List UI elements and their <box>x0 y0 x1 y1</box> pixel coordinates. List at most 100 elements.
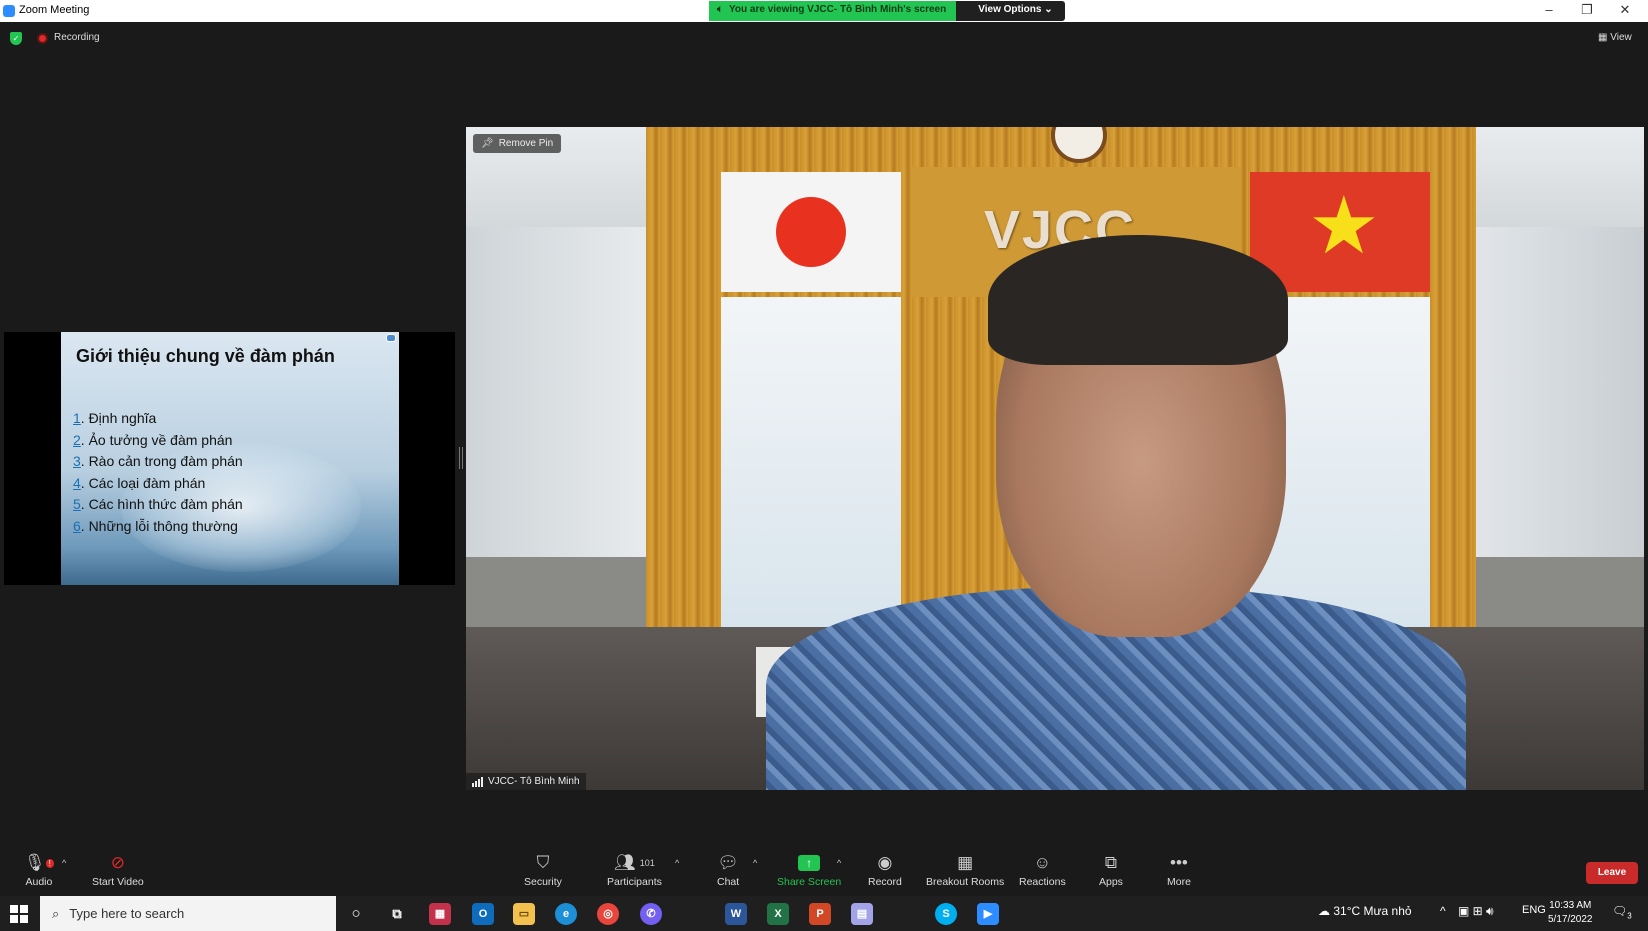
recording-label[interactable]: Recording <box>54 32 100 43</box>
excel-icon[interactable]: X <box>767 903 789 925</box>
slide-item-text: . Ảo tưởng về đàm phán <box>80 431 233 448</box>
panel-resize-handle[interactable] <box>459 447 463 469</box>
chat-button[interactable]: 💬︎ Chat <box>717 852 739 888</box>
slide-item-number: 2 <box>73 431 81 448</box>
shield-icon: ⛉ <box>536 853 550 872</box>
slide-list-item: 3. Rào cản trong đàm phán <box>73 453 243 475</box>
share-screen-button[interactable]: ↑ Share Screen <box>777 852 841 888</box>
share-screen-icon: ↑ <box>798 855 821 871</box>
participants-button[interactable]: 👥︎ 101 Participants <box>607 852 662 888</box>
audio-options-caret[interactable]: ^ <box>62 858 66 868</box>
participants-count: 101 <box>639 858 655 868</box>
apps-label: Apps <box>1099 876 1123 888</box>
slide-list: 1. Định nghĩa 2. Ảo tưởng về đàm phán 3.… <box>73 410 243 539</box>
slide-title: Giới thiệu chung về đàm phán <box>76 346 335 366</box>
pin-icon: 📌︎ <box>481 138 494 149</box>
task-view-icon[interactable]: ⧉ <box>386 903 408 925</box>
clock-time: 10:33 AM <box>1549 900 1592 911</box>
cortana-icon[interactable]: ○ <box>345 903 367 925</box>
start-video-label: Start Video <box>92 876 144 888</box>
slide-list-item: 6. Những lỗi thông thường <box>73 518 243 540</box>
word-icon[interactable]: W <box>725 903 747 925</box>
chrome-icon[interactable]: ◎ <box>597 903 619 925</box>
record-button[interactable]: ◉ Record <box>868 852 902 888</box>
outlook-icon[interactable]: O <box>472 903 494 925</box>
japan-map <box>721 297 901 657</box>
encryption-shield-icon[interactable]: ✓ <box>10 32 22 45</box>
participants-label: Participants <box>607 876 662 888</box>
file-explorer-icon[interactable]: ▭ <box>513 903 535 925</box>
slide-list-item: 1. Định nghĩa <box>73 410 243 432</box>
apps-button[interactable]: ⧉ Apps <box>1099 852 1123 888</box>
powerpoint-icon[interactable]: P <box>809 903 831 925</box>
audio-label: Audio <box>25 876 53 888</box>
audio-button[interactable]: 🎙︎! Audio <box>24 852 54 888</box>
clock-date: 5/17/2022 <box>1548 914 1593 925</box>
slide-list-item: 4. Các loại đàm phán <box>73 475 243 497</box>
window-title: Zoom Meeting <box>19 4 90 16</box>
breakout-rooms-button[interactable]: ▦ Breakout Rooms <box>926 852 1004 888</box>
slide-item-text: . Những lỗi thông thường <box>80 517 238 534</box>
slide-item-number: 3 <box>73 453 81 469</box>
view-options-button[interactable]: View Options ⌄ <box>956 1 1065 21</box>
share-screen-icon-wrap: ↑ <box>798 852 821 874</box>
zoom-taskbar-icon[interactable]: ▶ <box>977 903 999 925</box>
tray-network-volume-icons[interactable]: ▣ ⊞ 🔊︎ <box>1458 904 1494 919</box>
minimize-button[interactable]: – <box>1530 2 1568 17</box>
recording-icon[interactable] <box>37 33 48 44</box>
windows-start-icon[interactable] <box>10 905 28 923</box>
edge-icon[interactable]: e <box>555 903 577 925</box>
reactions-icon: ☺ <box>1033 853 1052 872</box>
slide-item-number: 5 <box>73 496 81 512</box>
tray-overflow-icon[interactable]: ^ <box>1440 904 1446 918</box>
slide-list-item: 5. Các hình thức đàm phán <box>73 496 243 518</box>
slide-item-text: . Định nghĩa <box>80 410 157 426</box>
zoom-app-icon <box>3 5 15 17</box>
windows-taskbar: ⌕ Type here to search ○ ⧉ ▦ O ▭ e ◎ ✆ W … <box>0 896 1648 931</box>
taskbar-clock[interactable]: 10:33 AM 5/17/2022 <box>1548 899 1593 927</box>
breakout-rooms-label: Breakout Rooms <box>926 876 1005 888</box>
language-indicator[interactable]: ENG <box>1522 904 1546 916</box>
remove-pin-button[interactable]: 📌︎ Remove Pin <box>473 134 562 153</box>
participant-video[interactable]: VJCC ★ 📌︎ Remove Pin VJCC- Tô Bình Minh <box>466 127 1644 790</box>
slide-list-item: 2. Ảo tưởng về đàm phán <box>73 432 243 454</box>
reactions-button[interactable]: ☺ Reactions <box>1019 852 1066 888</box>
slide-item-text: . Các hình thức đàm phán <box>80 496 243 512</box>
breakout-rooms-icon: ▦ <box>957 853 974 872</box>
restore-button[interactable]: ❐ <box>1568 2 1606 18</box>
start-video-button[interactable]: ⊘ Start Video <box>92 852 144 888</box>
video-off-icon: ⊘ <box>110 853 125 872</box>
chat-options-caret[interactable]: ^ <box>753 858 757 868</box>
weather-widget[interactable]: ☁ 31°C Mưa nhỏ <box>1318 904 1412 918</box>
participants-options-caret[interactable]: ^ <box>675 858 679 868</box>
more-icon: ••• <box>1170 853 1188 872</box>
apps-icon: ⧉ <box>1104 853 1118 872</box>
viber-icon[interactable]: ✆ <box>640 903 662 925</box>
view-button[interactable]: ▦ View <box>1598 32 1632 43</box>
slide-item-number: 4 <box>73 474 81 491</box>
speaker-icon: 🔈︎ <box>717 4 723 15</box>
chat-label: Chat <box>717 876 740 888</box>
participant-name-tag: VJCC- Tô Bình Minh <box>466 773 586 790</box>
participant-name: VJCC- Tô Bình Minh <box>488 776 580 787</box>
search-icon: ⌕ <box>52 905 60 921</box>
cloud-rain-icon: ☁ <box>1318 904 1334 918</box>
leave-button[interactable]: Leave <box>1586 862 1638 884</box>
signal-strength-icon <box>472 776 483 787</box>
more-button[interactable]: ••• More <box>1167 852 1191 888</box>
vietnam-flag: ★ <box>1250 172 1430 292</box>
slide-item-number: 1 <box>73 410 81 426</box>
search-placeholder: Type here to search <box>69 906 185 921</box>
notification-center-icon[interactable]: 🗨︎3 <box>1612 904 1632 920</box>
skype-icon[interactable]: S <box>935 903 957 925</box>
app-tiles-icon[interactable]: ▦ <box>429 903 451 925</box>
view-options-label: View Options <box>978 4 1042 15</box>
shared-screen-panel[interactable]: Giới thiệu chung về đàm phán 1. Định ngh… <box>4 332 455 585</box>
security-button[interactable]: ⛉ Security <box>524 852 562 888</box>
taskbar-search-box[interactable]: ⌕ Type here to search <box>40 896 336 931</box>
close-button[interactable]: ✕ <box>1606 2 1644 18</box>
share-screen-options-caret[interactable]: ^ <box>837 858 841 868</box>
file-icon[interactable]: ▤ <box>851 903 873 925</box>
weather-text: 31°C Mưa nhỏ <box>1333 904 1412 918</box>
audio-warning-badge: ! <box>45 858 54 868</box>
